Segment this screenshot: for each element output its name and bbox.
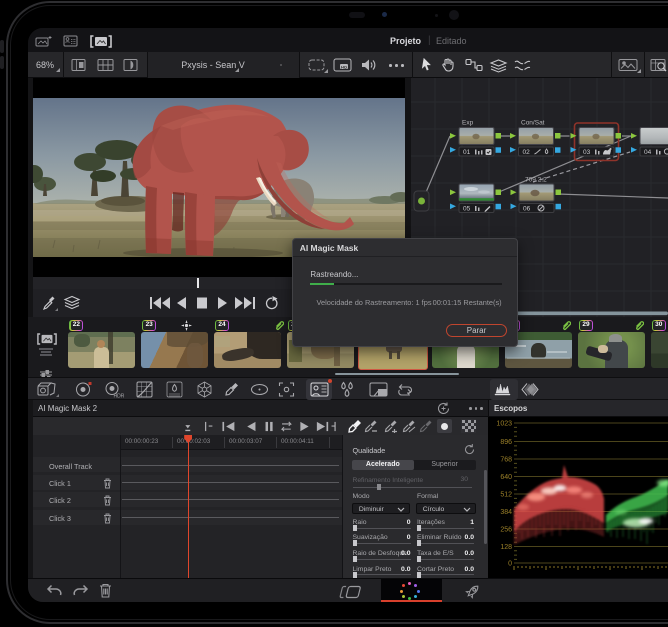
- svg-text:03: 03: [583, 149, 591, 156]
- svg-text:HQ: HQ: [341, 64, 347, 69]
- svg-text:768: 768: [500, 457, 512, 464]
- svg-text:Exp: Exp: [462, 120, 474, 127]
- svg-text:512: 512: [500, 492, 512, 499]
- svg-text:896: 896: [500, 439, 512, 446]
- svg-text:02: 02: [523, 149, 531, 156]
- svg-text:HDR: HDR: [114, 394, 125, 400]
- svg-text:1023: 1023: [496, 421, 512, 428]
- svg-text:06: 06: [523, 206, 531, 213]
- svg-text:256: 256: [500, 527, 512, 534]
- svg-text:Con/Sat: Con/Sat: [521, 120, 545, 127]
- svg-text:05: 05: [463, 206, 471, 213]
- svg-text:384: 384: [500, 509, 512, 516]
- svg-text:128: 128: [500, 544, 512, 551]
- svg-text:0: 0: [508, 561, 512, 568]
- svg-text:04: 04: [644, 149, 652, 156]
- svg-text:01: 01: [463, 149, 471, 156]
- svg-text:709 2.2: 709 2.2: [525, 177, 547, 184]
- svg-text:640: 640: [500, 474, 512, 481]
